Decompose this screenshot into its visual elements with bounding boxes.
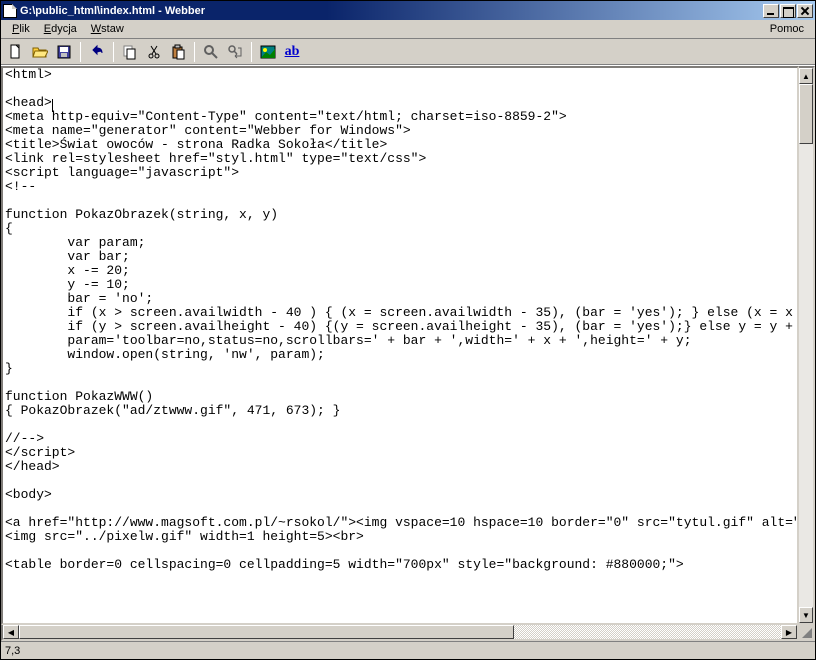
code-editor[interactable]: <html> <head> <meta http-equiv="Content-… (1, 66, 799, 625)
text-caret (52, 99, 53, 112)
new-file-button[interactable] (5, 41, 27, 63)
cursor-position: 7,3 (5, 645, 20, 657)
scroll-down-button[interactable]: ▼ (799, 607, 813, 623)
image-icon (260, 44, 276, 60)
document-icon (3, 4, 17, 18)
undo-button[interactable] (86, 41, 108, 63)
toolbar: ab (1, 39, 815, 65)
horizontal-scroll-track[interactable] (19, 625, 781, 639)
open-folder-icon (32, 44, 48, 60)
find-replace-button[interactable] (224, 41, 246, 63)
window-title: G:\public_html\index.html - Webber (20, 5, 762, 17)
title-bar[interactable]: G:\public_html\index.html - Webber (1, 1, 815, 20)
minimize-button[interactable] (763, 4, 779, 18)
scroll-left-button[interactable]: ◀ (3, 625, 19, 639)
menu-file[interactable]: Plik (5, 21, 37, 37)
toolbar-separator (80, 42, 81, 62)
open-file-button[interactable] (29, 41, 51, 63)
insert-image-button[interactable] (257, 41, 279, 63)
editor-area: <html> <head> <meta http-equiv="Content-… (1, 65, 815, 641)
new-file-icon (8, 44, 24, 60)
status-bar: 7,3 (1, 641, 815, 659)
copy-button[interactable] (119, 41, 141, 63)
scroll-up-button[interactable]: ▲ (799, 68, 813, 84)
toolbar-separator (194, 42, 195, 62)
horizontal-scrollbar[interactable]: ◀ ▶ (1, 625, 799, 641)
editor-content-after: <meta http-equiv="Content-Type" content=… (5, 109, 799, 572)
find-replace-icon (227, 44, 243, 60)
vertical-scrollbar[interactable]: ▲ ▼ (799, 66, 815, 625)
link-ab-icon: ab (285, 44, 300, 60)
app-window: G:\public_html\index.html - Webber Plik … (0, 0, 816, 660)
save-button[interactable] (53, 41, 75, 63)
menu-bar: Plik Edycja Wstaw Pomoc (1, 20, 815, 39)
save-icon (56, 44, 72, 60)
resize-grip[interactable] (799, 625, 815, 641)
cut-icon (146, 44, 162, 60)
menu-help[interactable]: Pomoc (763, 21, 811, 37)
menu-edit[interactable]: Edycja (37, 21, 84, 37)
maximize-button[interactable] (780, 4, 796, 18)
editor-content-before: <html> <head> (5, 67, 52, 110)
paste-icon (170, 44, 186, 60)
toolbar-separator (251, 42, 252, 62)
close-button[interactable] (797, 4, 813, 18)
vertical-scroll-track[interactable] (799, 84, 813, 607)
scroll-right-button[interactable]: ▶ (781, 625, 797, 639)
insert-link-button[interactable]: ab (281, 41, 303, 63)
search-icon (203, 44, 219, 60)
copy-icon (122, 44, 138, 60)
horizontal-scroll-thumb[interactable] (19, 625, 514, 639)
find-button[interactable] (200, 41, 222, 63)
menu-insert[interactable]: Wstaw (84, 21, 131, 37)
paste-button[interactable] (167, 41, 189, 63)
cut-button[interactable] (143, 41, 165, 63)
vertical-scroll-thumb[interactable] (799, 84, 813, 144)
undo-icon (89, 44, 105, 60)
toolbar-separator (113, 42, 114, 62)
